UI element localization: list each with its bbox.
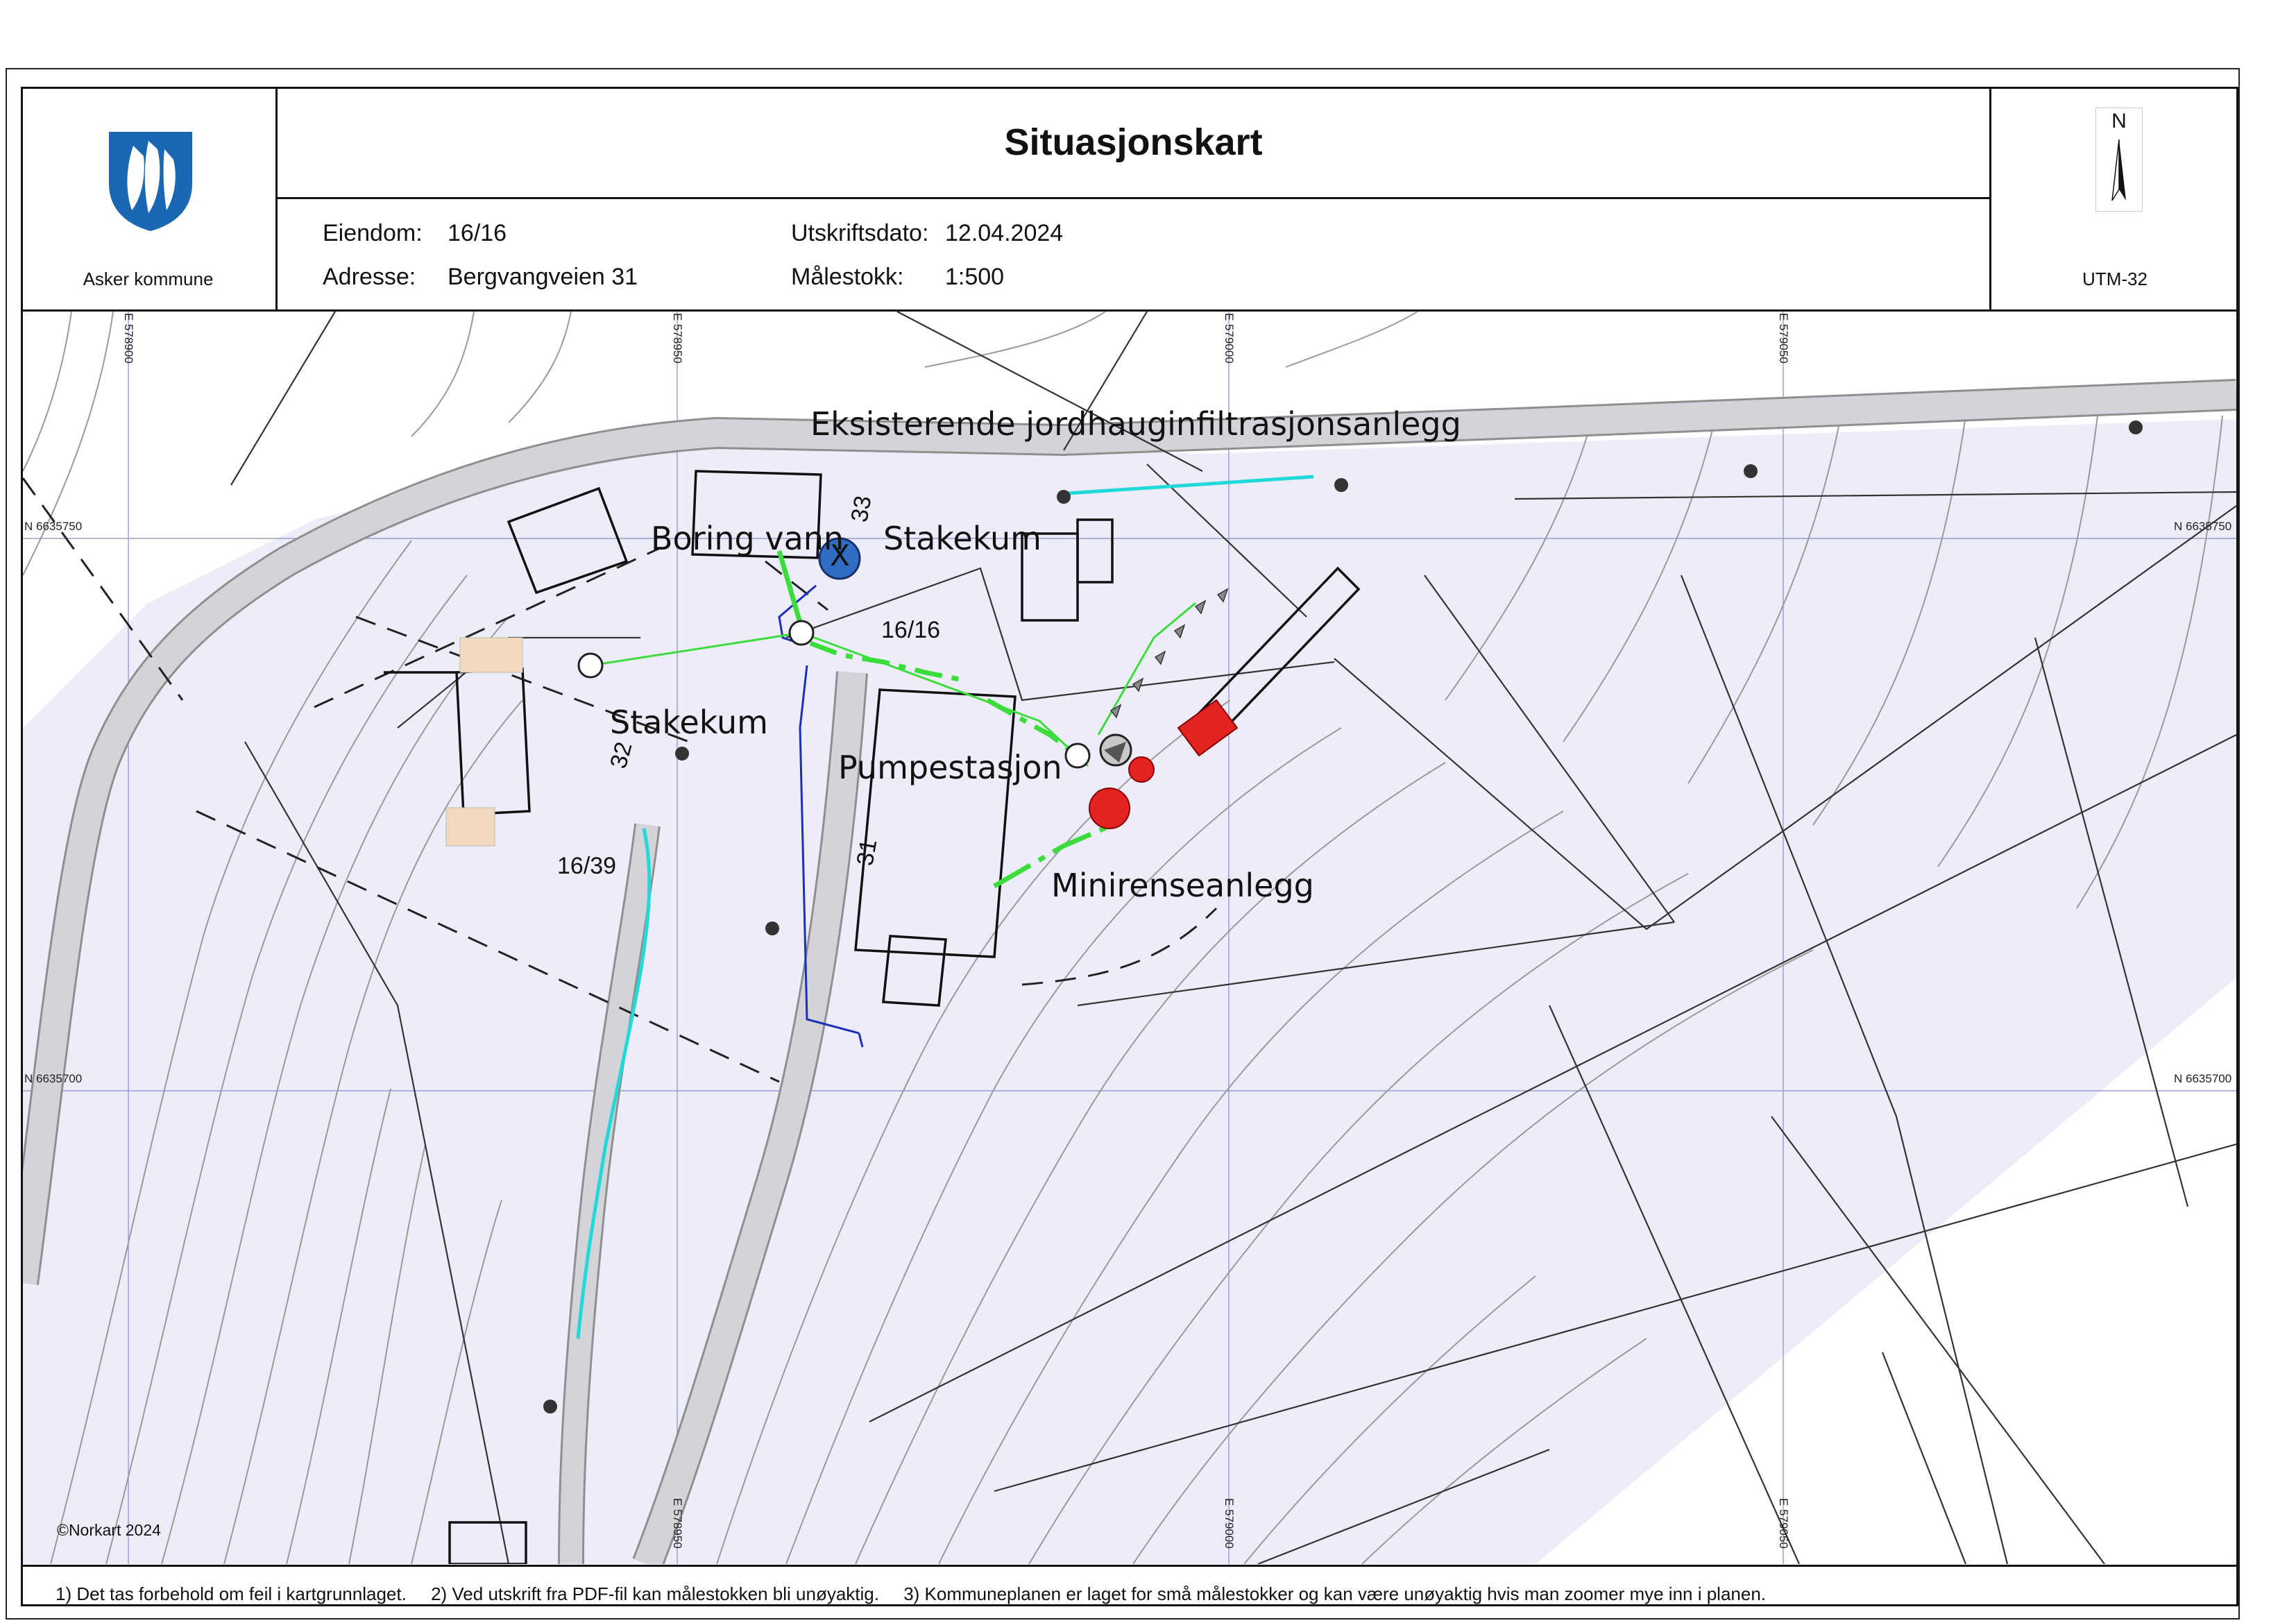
footer-note-3: 3) Kommuneplanen er laget for små målest… [903, 1583, 1767, 1604]
footer-note-2: 2) Ved utskrift fra PDF-fil kan målestok… [431, 1583, 879, 1604]
footer-divider [21, 1565, 2238, 1567]
map-sheet-border [21, 87, 2238, 1606]
footer-note-1: 1) Det tas forbehold om feil i kartgrunn… [56, 1583, 407, 1604]
footer-notes: 1) Det tas forbehold om feil i kartgrunn… [56, 1583, 1785, 1605]
